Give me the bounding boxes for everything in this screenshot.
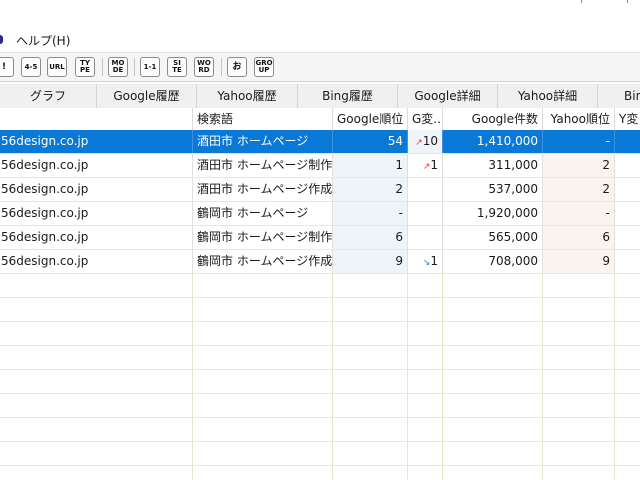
- column-header-site[interactable]: [0, 108, 193, 130]
- cell-y-change[interactable]: [615, 226, 640, 249]
- g-change-value: 1: [430, 254, 438, 268]
- toolbar-button-url[interactable]: URL: [47, 57, 67, 77]
- toolbar-button-4-5[interactable]: 4-5: [21, 57, 41, 77]
- menu-bar: [0, 26, 640, 52]
- cell-yahoo-rank[interactable]: 9: [543, 250, 615, 273]
- empty-row-line: [0, 441, 640, 442]
- cell-keyword[interactable]: 鶴岡市 ホームページ制作: [193, 226, 333, 249]
- cell-g-change[interactable]: ↗10: [408, 130, 443, 153]
- empty-row-line: [0, 369, 640, 370]
- window-control-edge: [627, 0, 628, 3]
- toolbar-separator: [134, 58, 135, 76]
- cell-yahoo-rank[interactable]: 6: [543, 226, 615, 249]
- toolbar-button-type[interactable]: TY PE: [75, 57, 95, 77]
- table-row[interactable]: 56design.co.jp 酒田市 ホームページ作成 2 537,000 2: [0, 178, 640, 202]
- column-header-google-rank[interactable]: Google順位: [333, 108, 408, 130]
- empty-row-line: [0, 297, 640, 298]
- cell-yahoo-rank[interactable]: 2: [543, 154, 615, 177]
- cell-site[interactable]: 56design.co.jp: [0, 250, 193, 273]
- menu-help[interactable]: ヘルプ(H): [16, 32, 70, 49]
- cell-site[interactable]: 56design.co.jp: [0, 202, 193, 225]
- window-control-edge: [581, 0, 582, 3]
- toolbar-button-word[interactable]: WO RD: [194, 57, 214, 77]
- toolbar-separator: [221, 58, 222, 76]
- cell-keyword[interactable]: 鶴岡市 ホームページ: [193, 202, 333, 225]
- cell-yahoo-rank[interactable]: -: [543, 130, 615, 153]
- cell-google-rank[interactable]: 2: [333, 178, 408, 201]
- cell-google-count[interactable]: 1,410,000: [443, 130, 543, 153]
- cell-google-count[interactable]: 1,920,000: [443, 202, 543, 225]
- table-row[interactable]: 56design.co.jp 酒田市 ホームページ制作 1 ↗1 311,000 2: [0, 154, 640, 178]
- column-header-g-change[interactable]: G変...: [408, 108, 443, 130]
- cell-google-count[interactable]: 565,000: [443, 226, 543, 249]
- toolbar-button-mode[interactable]: MO DE: [108, 57, 128, 77]
- cell-y-change[interactable]: [615, 130, 640, 153]
- cell-g-change[interactable]: ↘1: [408, 250, 443, 273]
- empty-row-line: [0, 345, 640, 346]
- cell-keyword[interactable]: 酒田市 ホームページ制作: [193, 154, 333, 177]
- cell-g-change[interactable]: [408, 178, 443, 201]
- cell-google-rank[interactable]: 1: [333, 154, 408, 177]
- cell-keyword[interactable]: 鶴岡市 ホームページ作成: [193, 250, 333, 273]
- column-header-keyword[interactable]: 検索語: [193, 108, 333, 130]
- toolbar-button-o[interactable]: お: [227, 57, 247, 77]
- cell-yahoo-rank[interactable]: -: [543, 202, 615, 225]
- empty-row-line: [0, 417, 640, 418]
- cell-site[interactable]: 56design.co.jp: [0, 178, 193, 201]
- toolbar-button-group[interactable]: GRO UP: [254, 57, 274, 77]
- tab-bing-history[interactable]: Bing履歴: [298, 84, 398, 108]
- g-change-value: 1: [430, 158, 438, 172]
- cell-google-count[interactable]: 311,000: [443, 154, 543, 177]
- arrow-up-icon: ↗: [415, 138, 423, 148]
- tab-yahoo-detail[interactable]: Yahoo詳細: [498, 84, 598, 108]
- toolbar: ! 4-5 URL TY PE MO DE 1-1 SI TE WO RD お …: [0, 52, 640, 82]
- cell-y-change[interactable]: [615, 154, 640, 177]
- cell-y-change[interactable]: [615, 202, 640, 225]
- ranking-table: 56design.co.jp 酒田市 ホームページ 54 ↗10 1,410,000-5…: [0, 130, 640, 480]
- cell-site[interactable]: 56design.co.jp: [0, 226, 193, 249]
- title-bar: [0, 0, 640, 26]
- toolbar-button-site[interactable]: SI TE: [167, 57, 187, 77]
- empty-row-line: [0, 393, 640, 394]
- toolbar-button-1-1[interactable]: 1-1: [140, 57, 160, 77]
- g-change-value: 10: [422, 134, 438, 148]
- cell-google-count[interactable]: 537,000: [443, 178, 543, 201]
- cell-site[interactable]: 56design.co.jp: [0, 154, 193, 177]
- empty-row-line: [0, 321, 640, 322]
- tab-google-history[interactable]: Google履歴: [97, 84, 197, 108]
- table-header: 検索語 Google順位 G変... Google件数 Yahoo順位 Y変: [0, 108, 640, 131]
- cell-google-rank[interactable]: 6: [333, 226, 408, 249]
- cell-keyword[interactable]: 酒田市 ホームページ作成: [193, 178, 333, 201]
- column-header-google-count[interactable]: Google件数: [443, 108, 543, 130]
- table-row[interactable]: 56design.co.jp 鶴岡市 ホームページ作成 9 ↘1 708,000 9: [0, 250, 640, 274]
- cell-google-rank[interactable]: 54: [333, 130, 408, 153]
- column-header-yahoo-rank[interactable]: Yahoo順位: [543, 108, 615, 130]
- toolbar-button-alert[interactable]: !: [0, 57, 14, 77]
- tab-graph[interactable]: グラフ: [0, 84, 97, 108]
- table-row[interactable]: 56design.co.jp 鶴岡市 ホームページ制作 6 565,000 6: [0, 226, 640, 250]
- cell-google-count[interactable]: 708,000: [443, 250, 543, 273]
- table-row[interactable]: 56design.co.jp 酒田市 ホームページ 54 ↗10 1,410,000-: [0, 130, 640, 154]
- cell-keyword[interactable]: 酒田市 ホームページ: [193, 130, 333, 153]
- cell-google-rank[interactable]: 9: [333, 250, 408, 273]
- column-header-y-change[interactable]: Y変: [615, 108, 640, 130]
- cell-g-change[interactable]: ↗1: [408, 154, 443, 177]
- cell-g-change[interactable]: [408, 226, 443, 249]
- cell-g-change[interactable]: [408, 202, 443, 225]
- tab-google-detail[interactable]: Google詳細: [398, 84, 498, 108]
- view-tab-bar: グラフ Google履歴 Yahoo履歴 Bing履歴 Google詳細 Yah…: [0, 84, 640, 109]
- cell-y-change[interactable]: [615, 178, 640, 201]
- tab-yahoo-history[interactable]: Yahoo履歴: [197, 84, 298, 108]
- cell-site[interactable]: 56design.co.jp: [0, 130, 193, 153]
- cell-yahoo-rank[interactable]: 2: [543, 178, 615, 201]
- empty-row-line: [0, 465, 640, 466]
- cell-y-change[interactable]: [615, 250, 640, 273]
- cell-google-rank[interactable]: -: [333, 202, 408, 225]
- tab-bing-detail[interactable]: Bin: [598, 84, 640, 108]
- table-row[interactable]: 56design.co.jp 鶴岡市 ホームページ -1,920,000-: [0, 202, 640, 226]
- toolbar-separator: [102, 58, 103, 76]
